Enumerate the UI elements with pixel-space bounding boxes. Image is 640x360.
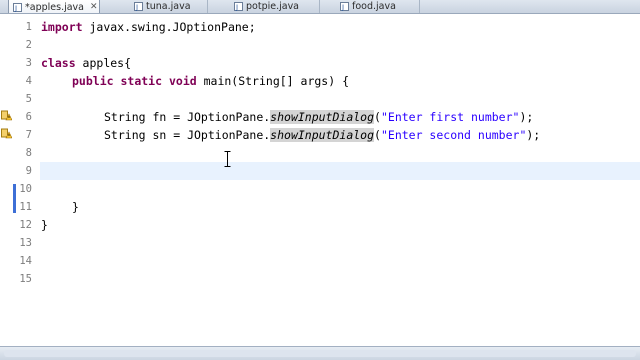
code-line-12: } [41, 218, 48, 232]
line-number: 2 [25, 39, 32, 51]
text-cursor-icon [224, 151, 231, 167]
tab-label: potpie.java [246, 1, 300, 12]
code-text: ( [374, 110, 381, 124]
string-literal: "Enter first number" [380, 110, 520, 124]
line-number-gutter: 1 2 3 4 5 6 7 8 9 10 11 12 13 14 15 [0, 14, 38, 346]
svg-text:J: J [235, 3, 238, 11]
editor-tab-bar: J *apples.java ✕ J tuna.java J potpie.ja… [0, 0, 640, 14]
line-number: 5 [25, 93, 32, 105]
code-text: ( [374, 128, 381, 142]
eclipse-editor-window: J *apples.java ✕ J tuna.java J potpie.ja… [0, 0, 640, 360]
tab-potpie-java[interactable]: J potpie.java [230, 0, 320, 13]
tab-apples-java[interactable]: J *apples.java ✕ [8, 0, 100, 13]
code-line-1: import javax.swing.JOptionPane; [41, 18, 256, 36]
code-text: String sn = JOptionPane. [104, 128, 271, 142]
svg-text:J: J [341, 3, 344, 11]
tab-tuna-java[interactable]: J tuna.java [130, 0, 208, 13]
code-text-area[interactable]: import javax.swing.JOptionPane; class ap… [40, 14, 640, 346]
svg-text:J: J [14, 4, 17, 12]
code-line-7: String sn = JOptionPane.showInputDialog(… [104, 126, 540, 144]
scrollbar-track[interactable] [4, 350, 636, 357]
tab-food-java[interactable]: J food.java [336, 0, 420, 13]
current-line-highlight [40, 162, 640, 180]
code-text: main(String[] args) { [196, 74, 349, 88]
svg-text:J: J [135, 3, 138, 11]
line-number: 13 [19, 237, 32, 249]
line-number: 7 [25, 129, 32, 141]
line-number: 12 [19, 219, 32, 231]
code-editor[interactable]: 1 2 3 4 5 6 7 8 9 10 11 12 13 14 15 impo… [0, 14, 640, 346]
line-number: 8 [25, 147, 32, 159]
code-line-3: class apples{ [41, 54, 131, 72]
line-number: 11 [19, 201, 32, 213]
line-number: 6 [25, 111, 32, 123]
keyword: static [120, 74, 163, 88]
java-file-icon: J [234, 2, 243, 11]
tab-label: *apples.java [25, 1, 84, 13]
line-number: 14 [19, 255, 32, 267]
code-text: ); [526, 128, 541, 142]
code-line-6: String fn = JOptionPane.showInputDialog(… [104, 108, 533, 126]
code-text: ); [519, 110, 534, 124]
annotation-ruler [0, 14, 13, 346]
keyword: class [41, 56, 76, 70]
code-text: javax.swing.JOptionPane; [82, 20, 256, 34]
keyword: public [72, 74, 114, 88]
line-number: 10 [19, 183, 32, 195]
method-name: showInputDialog [270, 110, 375, 124]
method-name: showInputDialog [270, 128, 375, 142]
code-text: String fn = JOptionPane. [104, 110, 271, 124]
code-text: apples{ [75, 56, 132, 70]
line-number: 15 [19, 273, 32, 285]
horizontal-scrollbar[interactable] [0, 346, 640, 360]
java-file-icon: J [13, 2, 22, 12]
string-literal: "Enter second number" [380, 128, 527, 142]
code-line-11: } [72, 200, 79, 214]
tab-label: tuna.java [146, 1, 191, 12]
line-number: 1 [25, 21, 32, 33]
line-number: 9 [25, 165, 32, 177]
line-number: 3 [25, 57, 32, 69]
code-line-4: public static void main(String[] args) { [72, 72, 349, 90]
java-file-icon: J [340, 2, 349, 11]
java-file-icon: J [134, 2, 143, 11]
line-number: 4 [25, 75, 32, 87]
tab-label: food.java [352, 1, 396, 12]
keyword: void [168, 74, 197, 88]
close-tab-icon[interactable]: ✕ [90, 2, 98, 12]
keyword: import [41, 20, 83, 34]
